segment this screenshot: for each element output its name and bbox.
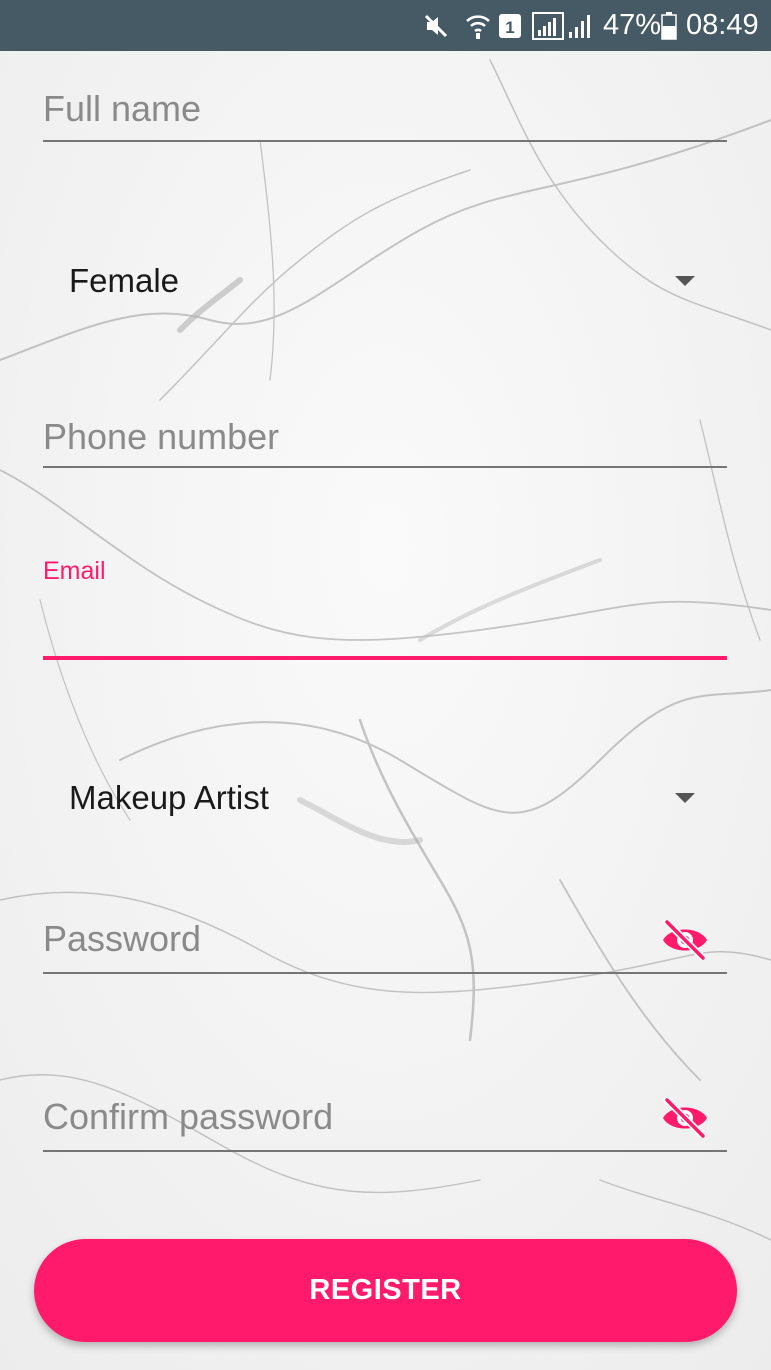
confirm-password-field[interactable]: Confirm password <box>43 1088 727 1154</box>
mute-icon <box>424 0 450 51</box>
signal-icon <box>532 0 564 51</box>
email-underline-focused <box>43 656 727 660</box>
email-floating-label: Email <box>43 557 106 585</box>
gender-spinner[interactable]: Female <box>43 242 727 322</box>
phone-number-underline <box>43 466 727 468</box>
role-selected-value: Makeup Artist <box>69 779 269 816</box>
role-spinner[interactable]: Makeup Artist <box>43 759 727 839</box>
clock-time: 08:49 <box>686 9 759 41</box>
phone-number-field[interactable]: Phone number <box>43 408 727 470</box>
full-name-field[interactable]: Full name <box>43 82 727 144</box>
wifi-icon <box>465 0 491 51</box>
phone-number-placeholder: Phone number <box>43 416 280 457</box>
register-screen: 1 47% 08:49 Full name Female Phone numbe… <box>0 0 771 1370</box>
battery-percent: 47% <box>603 9 662 41</box>
confirm-password-underline <box>43 1150 727 1152</box>
eye-off-icon[interactable] <box>661 1096 709 1140</box>
password-underline <box>43 972 727 974</box>
marble-background <box>0 0 771 1370</box>
confirm-password-placeholder: Confirm password <box>43 1096 334 1137</box>
full-name-underline <box>43 140 727 142</box>
full-name-placeholder: Full name <box>43 88 202 129</box>
status-bar: 1 47% 08:49 <box>0 0 771 51</box>
chevron-down-icon <box>675 793 695 803</box>
password-placeholder: Password <box>43 918 202 959</box>
gender-selected-value: Female <box>69 262 180 299</box>
register-button[interactable]: REGISTER <box>34 1239 737 1342</box>
password-field[interactable]: Password <box>43 910 727 976</box>
signal-2-icon <box>567 0 595 51</box>
sim-1-icon: 1 <box>498 0 522 51</box>
email-field[interactable]: Email <box>43 555 727 663</box>
chevron-down-icon <box>675 276 695 286</box>
eye-off-icon[interactable] <box>661 918 709 962</box>
svg-text:1: 1 <box>505 18 514 37</box>
battery-icon <box>661 0 677 51</box>
